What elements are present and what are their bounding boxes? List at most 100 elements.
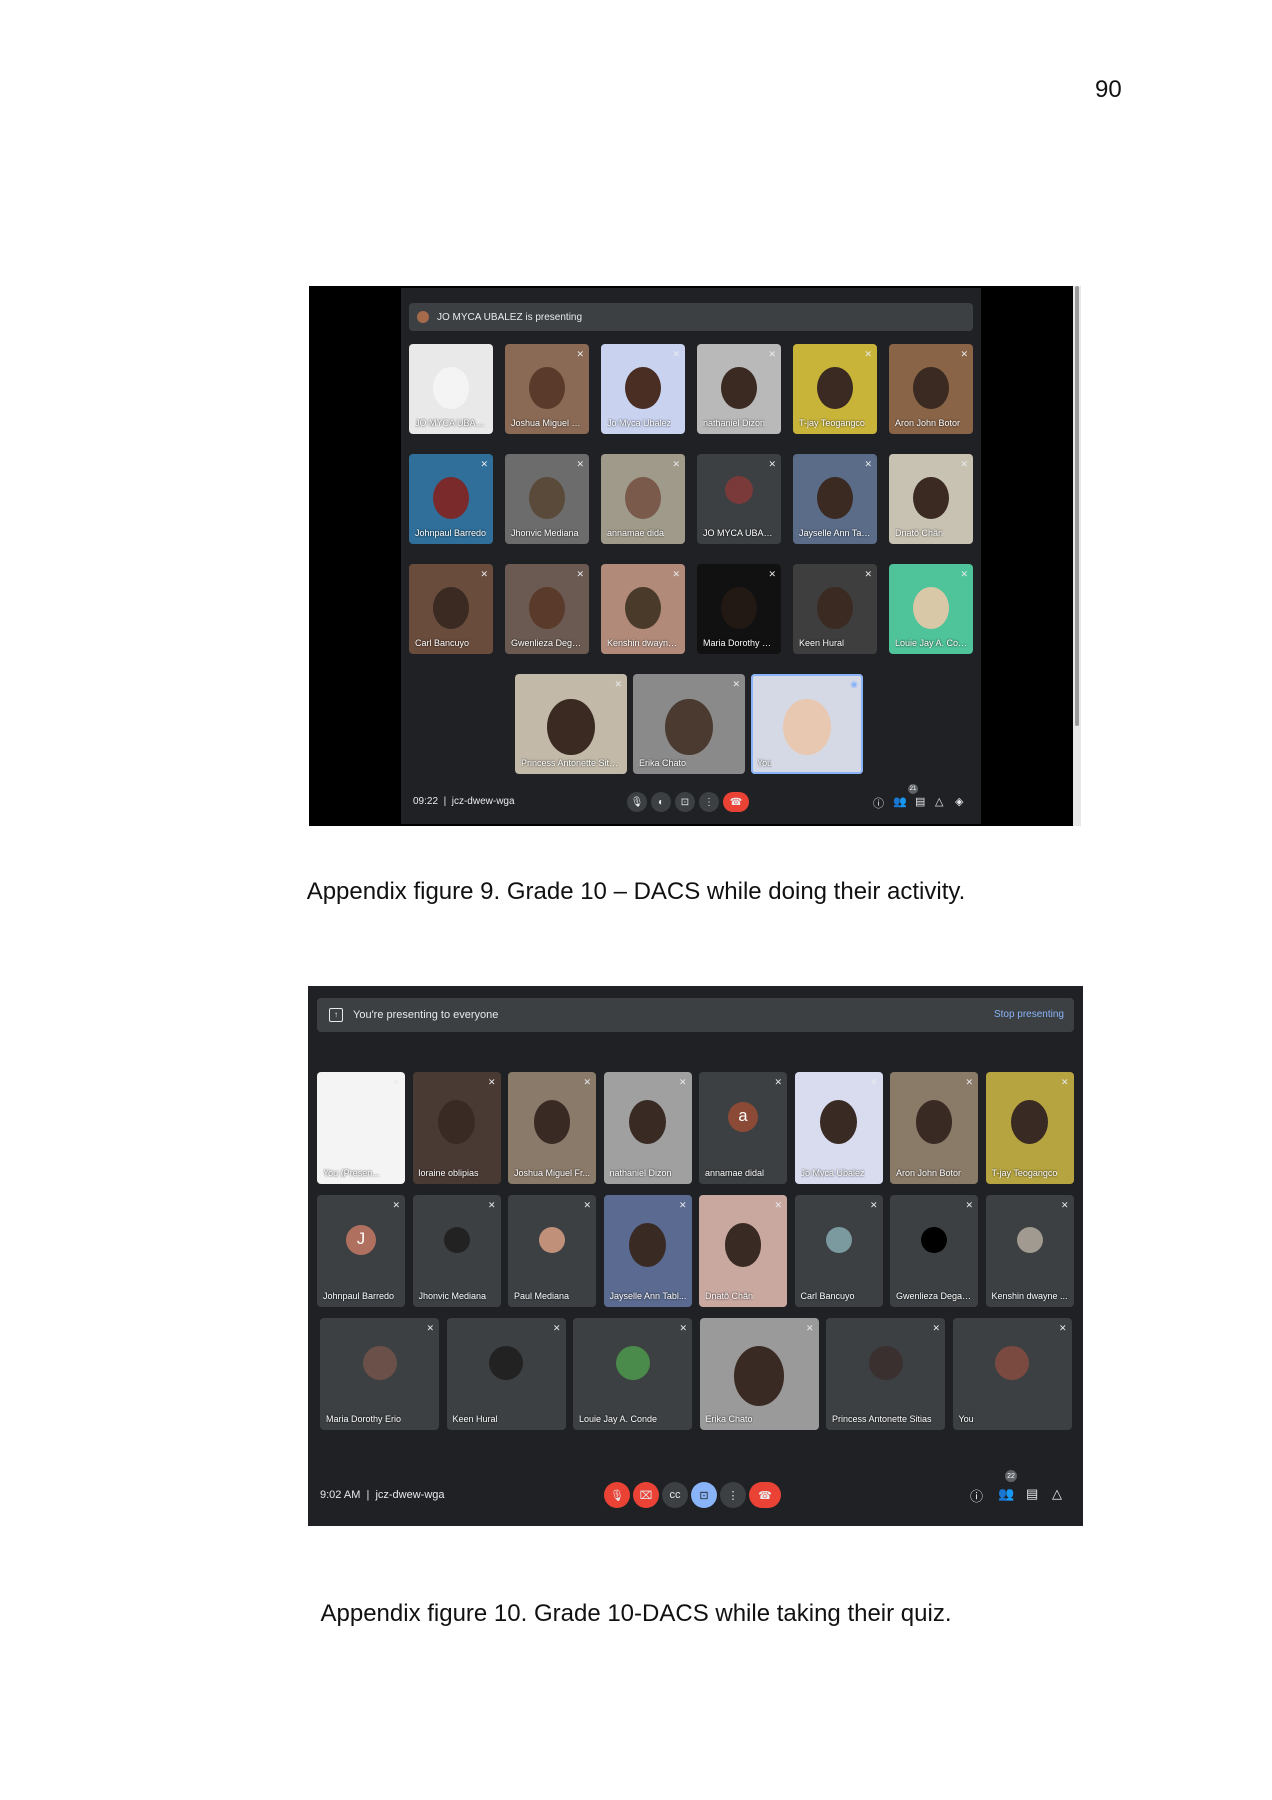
activities-icon[interactable]: △	[1052, 1486, 1062, 1502]
info-icon[interactable]: ⓘ	[970, 1486, 983, 1505]
participant-tile[interactable]: ✕ Maria Dorothy Erio	[320, 1318, 439, 1430]
participant-name: Carl Bancuyo	[800, 1291, 855, 1301]
participant-tile[interactable]: ✕ nathaniel Dizon	[697, 344, 781, 434]
more-options-button[interactable]: ⋮	[720, 1482, 746, 1508]
participant-tile[interactable]: ✕ Dnatõ Chãn	[889, 454, 973, 544]
mic-muted-icon: ✕	[960, 569, 968, 579]
present-button[interactable]: ⊡	[675, 792, 695, 812]
participant-tile[interactable]: ✕ Jo Myca Ubalez	[794, 1072, 883, 1184]
mic-off-button[interactable]: 🎙	[604, 1482, 630, 1508]
participant-tile[interactable]: ✕ Aron John Botor	[889, 344, 973, 434]
present-button[interactable]: ⊡	[691, 1482, 717, 1508]
participant-tile[interactable]: ✕ Carl Bancuyo	[794, 1195, 883, 1307]
participant-tile[interactable]: ✕ Erika Chato	[633, 674, 745, 774]
participant-tile[interactable]: ✕ Dnatõ Chãn	[699, 1195, 787, 1307]
participant-tile[interactable]: ✕ Jayselle Ann Tabl...	[603, 1195, 692, 1307]
participant-name: Jo Myca Ubalez	[607, 418, 672, 428]
participant-tile[interactable]: ✕ Carl Bancuyo	[409, 564, 493, 654]
mic-button[interactable]: 🎙	[627, 792, 647, 812]
participant-name: You (Presen...	[323, 1168, 380, 1178]
scrollbar[interactable]	[1073, 286, 1081, 826]
leave-call-button[interactable]: ☎	[723, 792, 749, 812]
participant-tile[interactable]: ✕ annamae dida	[601, 454, 685, 544]
participant-tile[interactable]: ✕ Jhonvic Mediana	[412, 1195, 501, 1307]
mic-muted-icon: ✕	[487, 1200, 496, 1210]
participant-tile[interactable]: ✕ Keen Hural	[793, 564, 877, 654]
participant-video	[724, 1223, 762, 1267]
presenter-avatar	[417, 311, 429, 323]
participant-video	[915, 1100, 953, 1144]
participant-video	[734, 1346, 784, 1406]
control-bar: 9:02 AM | jcz-dwew-wga 🎙 ⌧ cc ⊡ ⋮ ☎ ⓘ 👥 …	[308, 1466, 1083, 1526]
mic-muted-icon: ✕	[426, 1323, 434, 1333]
participant-tile[interactable]: ✕ Gwenlieza Degamo	[890, 1195, 978, 1307]
participant-tile[interactable]: ✕ T-jay Teogangco	[985, 1072, 1074, 1184]
participant-tile[interactable]: ✕ Princess Antonette Sitias	[826, 1318, 945, 1430]
participant-tile[interactable]: ✕ Kenshin dwayne Isuari...	[601, 564, 685, 654]
participant-tile[interactable]: ✕ Erika Chato	[699, 1318, 819, 1430]
mic-muted-icon: ✕	[576, 349, 584, 359]
host-controls-icon[interactable]: ◈	[955, 795, 963, 808]
participant-tile[interactable]: ✕ Aron John Botor	[890, 1072, 978, 1184]
participant-name: loraine oblipias	[418, 1168, 479, 1178]
participant-tile[interactable]: ✕ Joshua Miguel Fr...	[508, 1072, 596, 1184]
participant-tile[interactable]: ✕ loraine oblipias	[412, 1072, 501, 1184]
mic-muted-icon: ✕	[678, 1200, 687, 1210]
mic-muted-icon: ✕	[576, 569, 584, 579]
captions-button[interactable]: cc	[662, 1482, 688, 1508]
mic-muted-icon: ✕	[805, 1323, 814, 1333]
mic-muted-icon: ✕	[392, 1077, 400, 1087]
mic-muted-icon: ✕	[774, 1077, 782, 1087]
participant-video	[913, 366, 949, 409]
participant-tile[interactable]: ✕ You	[952, 1318, 1072, 1430]
participant-tile[interactable]: a ✕ annamae didal	[699, 1072, 787, 1184]
participant-name: JO MYCA UBALEZ...	[415, 418, 489, 428]
participant-tile[interactable]: ✕ Jayselle Ann Tablada	[793, 454, 877, 544]
participant-tile[interactable]: ✕ Gwenlieza Degamo	[505, 564, 589, 654]
participant-video	[783, 699, 831, 755]
participant-video	[625, 366, 661, 409]
chat-icon[interactable]: ▤	[915, 795, 925, 808]
participant-name: You	[958, 1414, 974, 1424]
participant-tile[interactable]: ✕ JO MYCA UBALEZ	[697, 454, 781, 544]
participant-tile[interactable]: ✕ Johnpaul Barredo	[409, 454, 493, 544]
participant-name: Joshua Miguel Francisco	[511, 418, 585, 428]
camera-off-button[interactable]: ⌧	[633, 1482, 659, 1508]
meeting-time-code: 09:22 | jcz-dwew-wga	[413, 796, 515, 807]
participant-tile[interactable]: J ✕ Johnpaul Barredo	[317, 1195, 405, 1307]
activities-icon[interactable]: △	[935, 795, 943, 808]
participant-tile[interactable]: ✕ Keen Hural	[446, 1318, 566, 1430]
mic-muted-icon: ✕	[678, 1077, 687, 1087]
people-icon[interactable]: 👥	[893, 795, 907, 808]
participant-tile[interactable]: ✕ Kenshin dwayne ...	[985, 1195, 1074, 1307]
participant-tile[interactable]: ✕ Jhonvic Mediana	[505, 454, 589, 544]
participant-tile[interactable]: ✕ JO MYCA UBALEZ...	[409, 344, 493, 434]
participant-video	[913, 586, 949, 629]
control-bar: 09:22 | jcz-dwew-wga 🎙 ◐ ⊡ ⋮ ☎ ⓘ 👥 21 ▤ …	[401, 782, 981, 824]
participant-tile[interactable]: ✕ Louie Jay A. Conde	[573, 1318, 692, 1430]
participant-tile[interactable]: ✕ You (Presen...	[317, 1072, 405, 1184]
captions-button[interactable]: ◐	[651, 792, 671, 812]
participant-name: Erika Chato	[705, 1414, 753, 1424]
people-icon[interactable]: 👥	[998, 1486, 1014, 1502]
chat-icon[interactable]: ▤	[1026, 1486, 1038, 1502]
participant-tile[interactable]: ◉ You	[751, 674, 863, 774]
participant-tile[interactable]: ✕ Jo Myca Ubalez	[601, 344, 685, 434]
participant-video	[629, 1223, 666, 1267]
participant-tile[interactable]: ✕ Paul Mediana	[508, 1195, 596, 1307]
participant-tile[interactable]: ✕ Louie Jay A. Conde	[889, 564, 973, 654]
participant-name: annamae dida	[607, 528, 665, 538]
participant-tile[interactable]: ✕ Maria Dorothy Erio	[697, 564, 781, 654]
participant-name: Carl Bancuyo	[415, 638, 470, 648]
leave-call-button[interactable]: ☎	[749, 1482, 781, 1508]
participant-tile[interactable]: ✕ nathaniel Dizon	[603, 1072, 692, 1184]
mic-muted-icon: ✕	[732, 679, 740, 689]
participant-avatar: J	[346, 1224, 376, 1255]
more-options-button[interactable]: ⋮	[699, 792, 719, 812]
info-icon[interactable]: ⓘ	[873, 795, 884, 811]
presenting-banner: ↑ You're presenting to everyone Stop pre…	[317, 998, 1074, 1032]
participant-tile[interactable]: ✕ Princess Antonette Sitias	[515, 674, 627, 774]
participant-tile[interactable]: ✕ T-jay Teogangco	[793, 344, 877, 434]
participant-tile[interactable]: ✕ Joshua Miguel Francisco	[505, 344, 589, 434]
stop-presenting-button[interactable]: Stop presenting	[994, 1009, 1064, 1020]
